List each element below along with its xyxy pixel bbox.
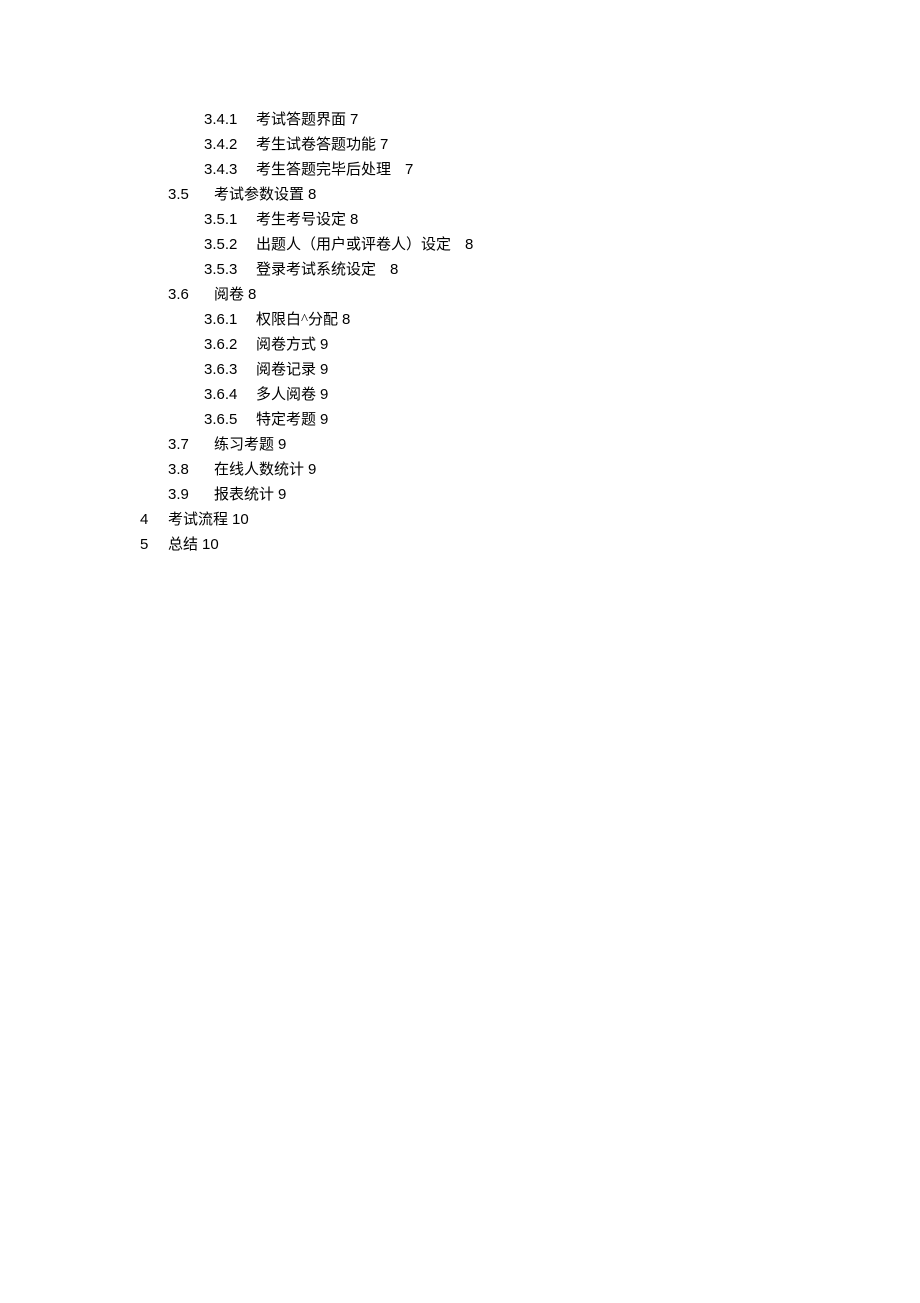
toc-number: 3.5 (168, 183, 214, 207)
toc-page: 9 (278, 486, 286, 503)
toc-page: 9 (320, 411, 328, 428)
toc-number: 3.5.2 (204, 233, 256, 257)
toc-page: 7 (405, 161, 413, 178)
toc-title: 考生试卷答题功能 (256, 137, 376, 153)
toc-page: 8 (248, 286, 256, 303)
toc-title: 总结 (168, 537, 198, 553)
toc-entry: 3.9报表统计9 (140, 483, 920, 507)
toc-number: 3.6.5 (204, 408, 256, 432)
toc-title: 考生答题完毕后处理 (256, 162, 391, 178)
table-of-contents: 3.4.1考试答题界面73.4.2考生试卷答题功能73.4.3考生答题完毕后处理… (140, 108, 920, 557)
toc-number: 3.4.2 (204, 133, 256, 157)
toc-entry: 3.5.3登录考试系统设定 8 (140, 258, 920, 282)
toc-number: 3.6.3 (204, 358, 256, 382)
toc-number: 3.6.1 (204, 308, 256, 332)
toc-entry: 3.7练习考题9 (140, 433, 920, 457)
toc-entry: 4考试流程10 (140, 508, 920, 532)
toc-number: 3.5.3 (204, 258, 256, 282)
toc-page: 9 (278, 436, 286, 453)
toc-entry: 3.6.2阅卷方式9 (140, 333, 920, 357)
toc-title: 出题人（用户或评卷人）设定 (256, 237, 451, 253)
toc-title: 登录考试系统设定 (256, 262, 376, 278)
toc-title: 阅卷方式 (256, 337, 316, 353)
toc-entry: 5总结10 (140, 533, 920, 557)
toc-number: 3.5.1 (204, 208, 256, 232)
toc-page: 7 (350, 111, 358, 128)
toc-page: 10 (232, 511, 249, 528)
toc-title: 报表统计 (214, 487, 274, 503)
toc-title: 阅卷 (214, 287, 244, 303)
toc-page: 9 (308, 461, 316, 478)
toc-title: 考试参数设置 (214, 187, 304, 203)
toc-entry: 3.4.3考生答题完毕后处理 7 (140, 158, 920, 182)
toc-number: 4 (140, 508, 168, 532)
toc-entry: 3.6阅卷8 (140, 283, 920, 307)
toc-page: 9 (320, 386, 328, 403)
toc-title: 考试流程 (168, 512, 228, 528)
toc-title: 多人阅卷 (256, 387, 316, 403)
toc-number: 3.4.1 (204, 108, 256, 132)
toc-page: 9 (320, 361, 328, 378)
toc-title: 考生考号设定 (256, 212, 346, 228)
toc-title: 在线人数统计 (214, 462, 304, 478)
toc-number: 5 (140, 533, 168, 557)
toc-page: 8 (308, 186, 316, 203)
toc-number: 3.8 (168, 458, 214, 482)
toc-page: 8 (465, 236, 473, 253)
toc-number: 3.7 (168, 433, 214, 457)
toc-entry: 3.4.2考生试卷答题功能7 (140, 133, 920, 157)
toc-title: 权限白^分配 (256, 312, 338, 328)
toc-number: 3.6 (168, 283, 214, 307)
toc-page: 10 (202, 536, 219, 553)
toc-entry: 3.6.5特定考题9 (140, 408, 920, 432)
toc-page: 7 (380, 136, 388, 153)
toc-number: 3.6.2 (204, 333, 256, 357)
toc-entry: 3.6.1权限白^分配8 (140, 308, 920, 332)
toc-entry: 3.6.3阅卷记录9 (140, 358, 920, 382)
toc-title: 特定考题 (256, 412, 316, 428)
toc-entry: 3.5.1考生考号设定8 (140, 208, 920, 232)
toc-title: 阅卷记录 (256, 362, 316, 378)
toc-entry: 3.5考试参数设置8 (140, 183, 920, 207)
toc-title: 考试答题界面 (256, 112, 346, 128)
toc-number: 3.6.4 (204, 383, 256, 407)
toc-entry: 3.4.1考试答题界面7 (140, 108, 920, 132)
toc-number: 3.9 (168, 483, 214, 507)
toc-entry: 3.8在线人数统计9 (140, 458, 920, 482)
toc-entry: 3.5.2出题人（用户或评卷人）设定 8 (140, 233, 920, 257)
toc-page: 9 (320, 336, 328, 353)
toc-page: 8 (342, 311, 350, 328)
toc-title: 练习考题 (214, 437, 274, 453)
toc-page: 8 (350, 211, 358, 228)
toc-number: 3.4.3 (204, 158, 256, 182)
toc-entry: 3.6.4多人阅卷9 (140, 383, 920, 407)
toc-page: 8 (390, 261, 398, 278)
